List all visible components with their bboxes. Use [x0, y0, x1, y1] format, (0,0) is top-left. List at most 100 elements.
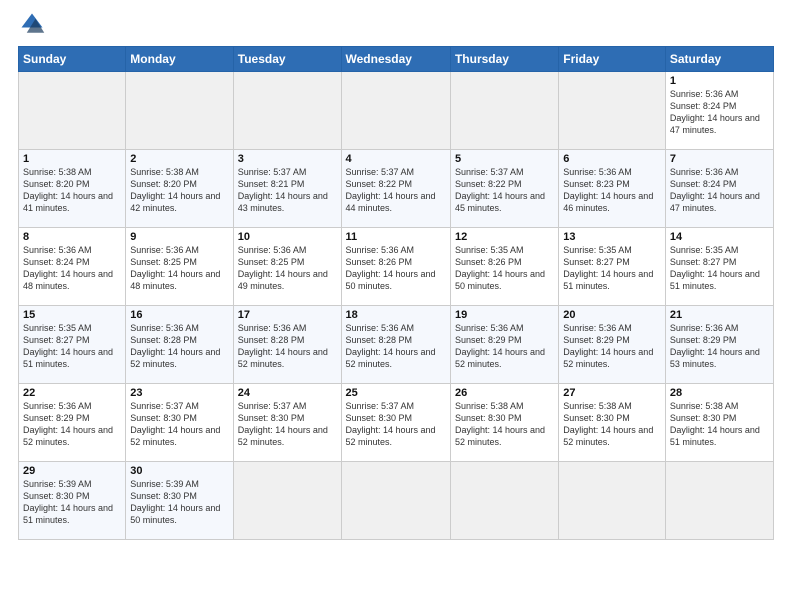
- calendar-cell: [665, 462, 773, 540]
- calendar-cell: 30Sunrise: 5:39 AMSunset: 8:30 PMDayligh…: [126, 462, 233, 540]
- calendar-cell: 1Sunrise: 5:36 AMSunset: 8:24 PMDaylight…: [665, 72, 773, 150]
- day-info: Sunrise: 5:36 AMSunset: 8:25 PMDaylight:…: [130, 244, 228, 293]
- calendar-cell: 2Sunrise: 5:38 AMSunset: 8:20 PMDaylight…: [126, 150, 233, 228]
- calendar-cell: 15Sunrise: 5:35 AMSunset: 8:27 PMDayligh…: [19, 306, 126, 384]
- calendar-cell: [341, 72, 450, 150]
- calendar-cell: 19Sunrise: 5:36 AMSunset: 8:29 PMDayligh…: [450, 306, 558, 384]
- column-header-saturday: Saturday: [665, 47, 773, 72]
- calendar-cell: 8Sunrise: 5:36 AMSunset: 8:24 PMDaylight…: [19, 228, 126, 306]
- day-info: Sunrise: 5:35 AMSunset: 8:27 PMDaylight:…: [563, 244, 661, 293]
- calendar-cell: 27Sunrise: 5:38 AMSunset: 8:30 PMDayligh…: [559, 384, 666, 462]
- day-number: 27: [563, 387, 661, 399]
- day-info: Sunrise: 5:37 AMSunset: 8:21 PMDaylight:…: [238, 166, 337, 215]
- day-info: Sunrise: 5:38 AMSunset: 8:30 PMDaylight:…: [455, 400, 554, 449]
- calendar-cell: 12Sunrise: 5:35 AMSunset: 8:26 PMDayligh…: [450, 228, 558, 306]
- day-number: 17: [238, 309, 337, 321]
- day-number: 22: [23, 387, 121, 399]
- day-info: Sunrise: 5:36 AMSunset: 8:29 PMDaylight:…: [563, 322, 661, 371]
- day-info: Sunrise: 5:35 AMSunset: 8:27 PMDaylight:…: [23, 322, 121, 371]
- calendar-cell: 9Sunrise: 5:36 AMSunset: 8:25 PMDaylight…: [126, 228, 233, 306]
- day-info: Sunrise: 5:36 AMSunset: 8:23 PMDaylight:…: [563, 166, 661, 215]
- day-number: 20: [563, 309, 661, 321]
- calendar-cell: 20Sunrise: 5:36 AMSunset: 8:29 PMDayligh…: [559, 306, 666, 384]
- day-info: Sunrise: 5:36 AMSunset: 8:25 PMDaylight:…: [238, 244, 337, 293]
- day-number: 11: [346, 231, 446, 243]
- column-header-monday: Monday: [126, 47, 233, 72]
- calendar-cell: 7Sunrise: 5:36 AMSunset: 8:24 PMDaylight…: [665, 150, 773, 228]
- day-info: Sunrise: 5:36 AMSunset: 8:26 PMDaylight:…: [346, 244, 446, 293]
- day-number: 12: [455, 231, 554, 243]
- calendar-cell: [559, 462, 666, 540]
- day-info: Sunrise: 5:38 AMSunset: 8:20 PMDaylight:…: [23, 166, 121, 215]
- logo: [18, 10, 50, 38]
- day-info: Sunrise: 5:36 AMSunset: 8:24 PMDaylight:…: [23, 244, 121, 293]
- week-row-1: 1Sunrise: 5:36 AMSunset: 8:24 PMDaylight…: [19, 72, 774, 150]
- day-info: Sunrise: 5:39 AMSunset: 8:30 PMDaylight:…: [23, 478, 121, 527]
- day-info: Sunrise: 5:37 AMSunset: 8:22 PMDaylight:…: [346, 166, 446, 215]
- day-number: 15: [23, 309, 121, 321]
- day-number: 30: [130, 465, 228, 477]
- column-header-tuesday: Tuesday: [233, 47, 341, 72]
- day-info: Sunrise: 5:35 AMSunset: 8:26 PMDaylight:…: [455, 244, 554, 293]
- day-number: 26: [455, 387, 554, 399]
- calendar-table: SundayMondayTuesdayWednesdayThursdayFrid…: [18, 46, 774, 540]
- calendar-cell: 14Sunrise: 5:35 AMSunset: 8:27 PMDayligh…: [665, 228, 773, 306]
- calendar-cell: 11Sunrise: 5:36 AMSunset: 8:26 PMDayligh…: [341, 228, 450, 306]
- day-info: Sunrise: 5:38 AMSunset: 8:30 PMDaylight:…: [563, 400, 661, 449]
- calendar-cell: 3Sunrise: 5:37 AMSunset: 8:21 PMDaylight…: [233, 150, 341, 228]
- header: [18, 10, 774, 38]
- day-info: Sunrise: 5:36 AMSunset: 8:29 PMDaylight:…: [455, 322, 554, 371]
- calendar-cell: 5Sunrise: 5:37 AMSunset: 8:22 PMDaylight…: [450, 150, 558, 228]
- calendar-cell: [19, 72, 126, 150]
- day-info: Sunrise: 5:36 AMSunset: 8:24 PMDaylight:…: [670, 88, 769, 137]
- calendar-cell: 18Sunrise: 5:36 AMSunset: 8:28 PMDayligh…: [341, 306, 450, 384]
- day-number: 25: [346, 387, 446, 399]
- calendar-cell: 23Sunrise: 5:37 AMSunset: 8:30 PMDayligh…: [126, 384, 233, 462]
- day-number: 1: [23, 153, 121, 165]
- day-number: 8: [23, 231, 121, 243]
- day-info: Sunrise: 5:36 AMSunset: 8:29 PMDaylight:…: [670, 322, 769, 371]
- calendar-cell: 26Sunrise: 5:38 AMSunset: 8:30 PMDayligh…: [450, 384, 558, 462]
- day-info: Sunrise: 5:36 AMSunset: 8:28 PMDaylight:…: [346, 322, 446, 371]
- calendar-cell: 25Sunrise: 5:37 AMSunset: 8:30 PMDayligh…: [341, 384, 450, 462]
- calendar-cell: [233, 72, 341, 150]
- calendar-cell: 16Sunrise: 5:36 AMSunset: 8:28 PMDayligh…: [126, 306, 233, 384]
- calendar-cell: 6Sunrise: 5:36 AMSunset: 8:23 PMDaylight…: [559, 150, 666, 228]
- calendar-cell: 28Sunrise: 5:38 AMSunset: 8:30 PMDayligh…: [665, 384, 773, 462]
- week-row-3: 8Sunrise: 5:36 AMSunset: 8:24 PMDaylight…: [19, 228, 774, 306]
- calendar-cell: 17Sunrise: 5:36 AMSunset: 8:28 PMDayligh…: [233, 306, 341, 384]
- day-info: Sunrise: 5:36 AMSunset: 8:29 PMDaylight:…: [23, 400, 121, 449]
- day-number: 4: [346, 153, 446, 165]
- day-number: 13: [563, 231, 661, 243]
- column-header-thursday: Thursday: [450, 47, 558, 72]
- day-number: 23: [130, 387, 228, 399]
- calendar-cell: [450, 72, 558, 150]
- day-info: Sunrise: 5:36 AMSunset: 8:28 PMDaylight:…: [238, 322, 337, 371]
- day-number: 24: [238, 387, 337, 399]
- day-number: 9: [130, 231, 228, 243]
- calendar-cell: 22Sunrise: 5:36 AMSunset: 8:29 PMDayligh…: [19, 384, 126, 462]
- day-number: 7: [670, 153, 769, 165]
- day-number: 21: [670, 309, 769, 321]
- day-number: 16: [130, 309, 228, 321]
- day-info: Sunrise: 5:38 AMSunset: 8:20 PMDaylight:…: [130, 166, 228, 215]
- day-info: Sunrise: 5:36 AMSunset: 8:24 PMDaylight:…: [670, 166, 769, 215]
- day-number: 1: [670, 75, 769, 87]
- day-number: 28: [670, 387, 769, 399]
- column-header-sunday: Sunday: [19, 47, 126, 72]
- calendar-cell: [559, 72, 666, 150]
- day-number: 29: [23, 465, 121, 477]
- day-number: 6: [563, 153, 661, 165]
- calendar-cell: [450, 462, 558, 540]
- day-number: 10: [238, 231, 337, 243]
- calendar-cell: 1Sunrise: 5:38 AMSunset: 8:20 PMDaylight…: [19, 150, 126, 228]
- day-info: Sunrise: 5:35 AMSunset: 8:27 PMDaylight:…: [670, 244, 769, 293]
- day-info: Sunrise: 5:38 AMSunset: 8:30 PMDaylight:…: [670, 400, 769, 449]
- day-number: 5: [455, 153, 554, 165]
- calendar-header-row: SundayMondayTuesdayWednesdayThursdayFrid…: [19, 47, 774, 72]
- day-info: Sunrise: 5:37 AMSunset: 8:22 PMDaylight:…: [455, 166, 554, 215]
- calendar-cell: [341, 462, 450, 540]
- week-row-4: 15Sunrise: 5:35 AMSunset: 8:27 PMDayligh…: [19, 306, 774, 384]
- day-number: 2: [130, 153, 228, 165]
- calendar-cell: 13Sunrise: 5:35 AMSunset: 8:27 PMDayligh…: [559, 228, 666, 306]
